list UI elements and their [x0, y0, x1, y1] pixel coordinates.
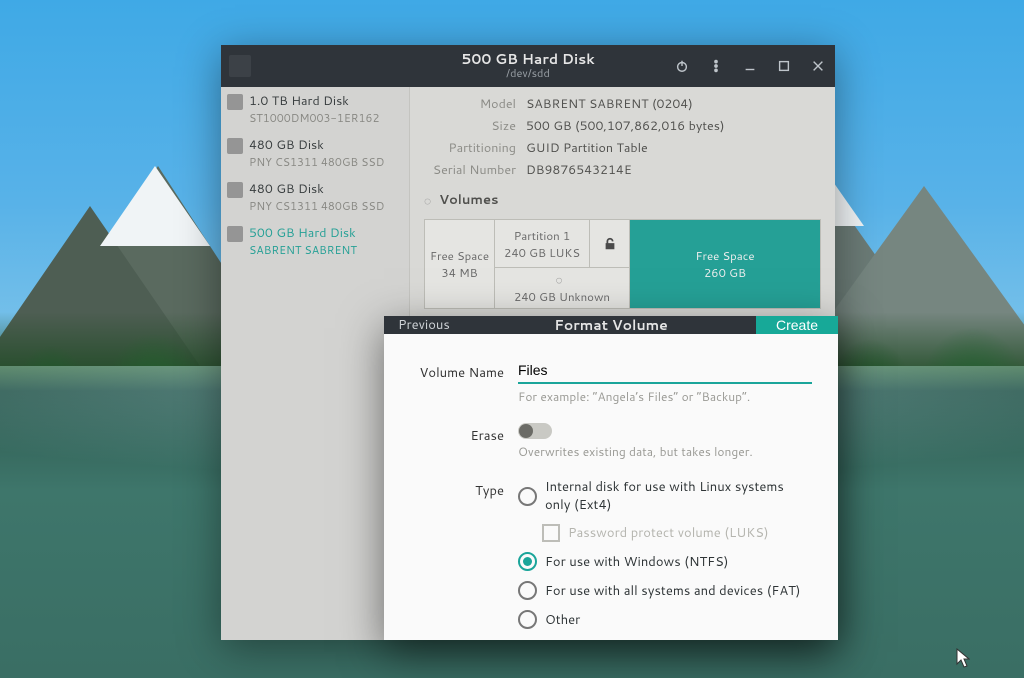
volume-name-input[interactable]	[518, 360, 812, 384]
disk-item[interactable]: 480 GB Disk PNY CS1311 480GB SSD	[221, 131, 409, 175]
power-icon[interactable]	[673, 57, 691, 75]
disk-item-subtitle: PNY CS1311 480GB SSD	[249, 154, 384, 170]
format-volume-dialog: Previous Format Volume Create Volume Nam…	[384, 316, 838, 640]
volume-free-space-selected[interactable]: Free Space 260 GB	[630, 220, 820, 308]
disk-item-subtitle: SABRENT SABRENT	[249, 242, 357, 258]
volume-free-space[interactable]: Free Space 34 MB	[425, 220, 495, 308]
ssd-icon	[227, 138, 243, 154]
type-radio-other[interactable]: Other	[518, 610, 812, 629]
erase-toggle[interactable]	[518, 423, 552, 439]
erase-label: Erase	[410, 423, 504, 445]
model-label: Model	[424, 95, 516, 113]
disk-item-title: 500 GB Hard Disk	[249, 224, 357, 242]
type-label: Type	[410, 478, 504, 500]
volume-name-label: Volume Name	[410, 360, 504, 382]
volume-unknown[interactable]: ◌ 240 GB Unknown	[495, 268, 630, 308]
kebab-menu-icon[interactable]	[707, 57, 725, 75]
disk-item[interactable]: 480 GB Disk PNY CS1311 480GB SSD	[221, 175, 409, 219]
disk-item-subtitle: ST1000DM003-1ER162	[249, 110, 379, 126]
minimize-icon[interactable]	[741, 57, 759, 75]
model-value: SABRENT SABRENT (0204)	[526, 95, 693, 113]
disk-item-title: 480 GB Disk	[249, 180, 384, 198]
erase-hint: Overwrites existing data, but takes long…	[518, 443, 812, 460]
type-radio-fat[interactable]: For use with all systems and devices (FA…	[518, 581, 812, 600]
type-radio-ext4[interactable]: Internal disk for use with Linux systems…	[518, 478, 812, 514]
loading-icon: ◌	[556, 271, 563, 288]
serial-value: DB9876543214E	[526, 161, 632, 179]
disks-app-icon	[229, 55, 251, 77]
serial-label: Serial Number	[424, 161, 516, 179]
ssd-icon	[227, 182, 243, 198]
size-value: 500 GB (500,107,862,016 bytes)	[526, 117, 725, 135]
disk-item-title: 480 GB Disk	[249, 136, 384, 154]
dialog-header: Previous Format Volume Create	[384, 316, 838, 334]
disk-list: 1.0 TB Hard Disk ST1000DM003-1ER162 480 …	[221, 87, 410, 640]
type-radio-ntfs[interactable]: For use with Windows (NTFS)	[518, 552, 812, 571]
checkbox-icon	[542, 524, 560, 542]
partitioning-label: Partitioning	[424, 139, 516, 157]
luks-checkbox: Password protect volume (LUKS)	[542, 524, 812, 542]
disk-item[interactable]: 1.0 TB Hard Disk ST1000DM003-1ER162	[221, 87, 409, 131]
window-titlebar: 500 GB Hard Disk /dev/sdd	[221, 45, 835, 87]
loading-icon: ◌	[424, 192, 431, 209]
volume-map: Free Space 34 MB Partition 1 240 GB LUKS…	[424, 219, 821, 309]
hdd-icon	[227, 226, 243, 242]
size-label: Size	[424, 117, 516, 135]
create-button[interactable]: Create	[756, 316, 838, 334]
maximize-icon[interactable]	[775, 57, 793, 75]
disk-item-title: 1.0 TB Hard Disk	[249, 92, 379, 110]
lock-icon[interactable]	[590, 220, 630, 268]
volume-name-hint: For example: “Angela’s Files” or “Backup…	[518, 388, 812, 405]
volume-partition-1[interactable]: Partition 1 240 GB LUKS	[495, 220, 590, 268]
volumes-heading: ◌ Volumes	[424, 191, 821, 209]
disk-item-subtitle: PNY CS1311 480GB SSD	[249, 198, 384, 214]
disk-item-selected[interactable]: 500 GB Hard Disk SABRENT SABRENT	[221, 219, 409, 263]
partitioning-value: GUID Partition Table	[526, 139, 648, 157]
previous-button[interactable]: Previous	[384, 316, 464, 334]
close-icon[interactable]	[809, 57, 827, 75]
hdd-icon	[227, 94, 243, 110]
